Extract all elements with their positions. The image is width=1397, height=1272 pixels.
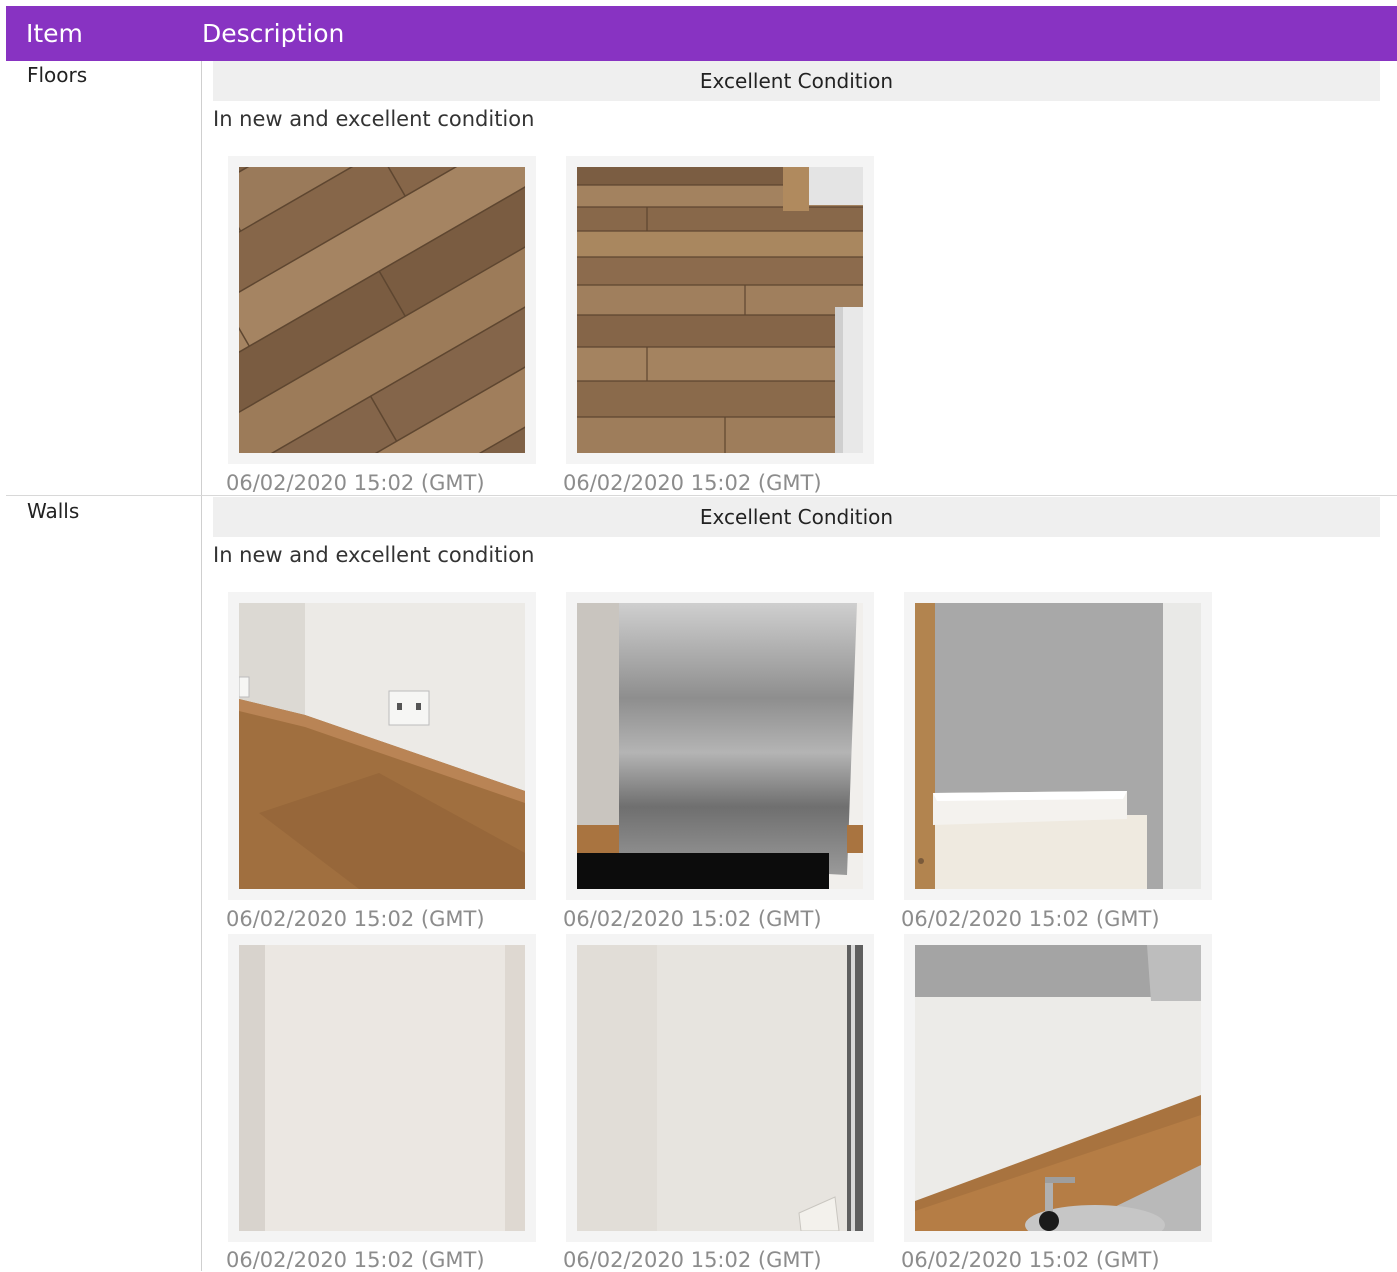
photo-thumbnail[interactable] (566, 156, 874, 464)
wall-photo-image (239, 603, 525, 889)
wall-photo-image (239, 945, 525, 1231)
photo-thumbnail[interactable] (566, 934, 874, 1242)
photo-timestamp: 06/02/2020 15:02 (GMT) (901, 1248, 1160, 1272)
header-item-label: Item (26, 19, 83, 48)
column-divider (201, 61, 202, 1271)
photo-timestamp: 06/02/2020 15:02 (GMT) (226, 907, 485, 931)
photo-thumbnail[interactable] (904, 934, 1212, 1242)
floor-photo-image (577, 167, 863, 453)
photo-timestamp: 06/02/2020 15:02 (GMT) (901, 907, 1160, 931)
photo-timestamp: 06/02/2020 15:02 (GMT) (563, 1248, 822, 1272)
wall-photo-image (915, 603, 1201, 889)
wall-photo-image (577, 945, 863, 1231)
row-description: In new and excellent condition (213, 543, 535, 567)
photo-thumbnail[interactable] (228, 156, 536, 464)
condition-bar: Excellent Condition (213, 497, 1380, 537)
wall-photo-image (915, 945, 1201, 1231)
wall-photo-image (577, 603, 863, 889)
condition-bar: Excellent Condition (213, 61, 1380, 101)
photo-thumbnail[interactable] (228, 592, 536, 900)
table-header: Item Description (6, 6, 1397, 61)
inventory-report-page: Item Description Floors Excellent Condit… (0, 0, 1397, 1272)
photo-thumbnail[interactable] (904, 592, 1212, 900)
photo-thumbnail[interactable] (228, 934, 536, 1242)
row-item-walls: Walls (27, 499, 80, 523)
row-item-floors: Floors (27, 63, 88, 87)
photo-timestamp: 06/02/2020 15:02 (GMT) (563, 907, 822, 931)
row-description: In new and excellent condition (213, 107, 535, 131)
header-description-label: Description (202, 19, 345, 48)
row-divider (6, 495, 1397, 496)
photo-timestamp: 06/02/2020 15:02 (GMT) (226, 471, 485, 495)
photo-thumbnail[interactable] (566, 592, 874, 900)
photo-timestamp: 06/02/2020 15:02 (GMT) (563, 471, 822, 495)
floor-photo-image (239, 167, 525, 453)
photo-timestamp: 06/02/2020 15:02 (GMT) (226, 1248, 485, 1272)
